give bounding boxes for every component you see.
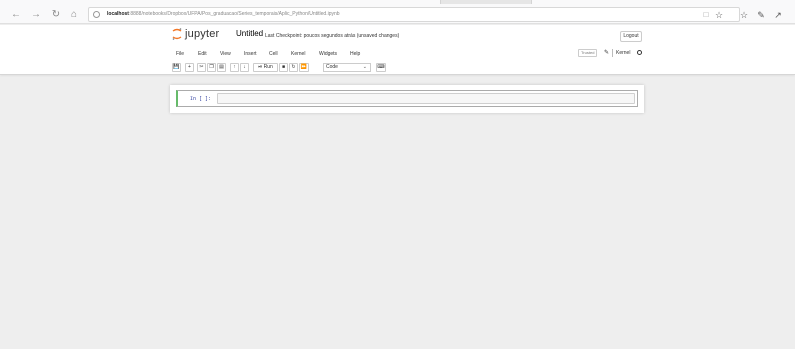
favorite-star-icon[interactable]: ☆ bbox=[713, 9, 725, 21]
cut-icon[interactable]: ✂ bbox=[197, 63, 206, 72]
refresh-icon[interactable]: ↻ bbox=[50, 9, 62, 21]
input-prompt: In [ ]: bbox=[190, 96, 212, 102]
paste-icon[interactable]: ▤ bbox=[217, 63, 226, 72]
home-icon[interactable]: ⌂ bbox=[68, 9, 80, 21]
command-palette-icon[interactable]: ⌨ bbox=[376, 63, 386, 72]
kernel-idle-icon bbox=[637, 50, 642, 55]
address-bar[interactable]: localhost:8888/notebooks/Dropbox/UFPA/Po… bbox=[88, 7, 740, 22]
jupyter-logo-text[interactable]: jupyter bbox=[185, 28, 219, 40]
copy-icon[interactable]: ❐ bbox=[207, 63, 216, 72]
browser-toolbar: ← → ↻ ⌂ localhost:8888/notebooks/Dropbox… bbox=[0, 0, 795, 24]
url-host: localhost bbox=[107, 11, 129, 17]
move-up-icon[interactable]: ↑ bbox=[230, 63, 239, 72]
url-path: :8888/notebooks/Dropbox/UFPA/Pos_graduac… bbox=[128, 11, 340, 17]
forward-icon[interactable]: → bbox=[30, 9, 42, 21]
move-down-icon[interactable]: ↓ bbox=[240, 63, 249, 72]
pencil-icon[interactable]: ✎ bbox=[604, 49, 609, 57]
notebook-container: In [ ]: bbox=[170, 85, 644, 113]
logout-button[interactable]: Logout bbox=[620, 31, 642, 42]
share-icon[interactable]: ↗ bbox=[772, 9, 784, 21]
trusted-badge[interactable]: Trusted bbox=[578, 49, 598, 57]
active-tab[interactable] bbox=[440, 0, 532, 4]
menu-insert[interactable]: Insert bbox=[244, 48, 257, 60]
menu-help[interactable]: Help bbox=[350, 48, 360, 60]
menu-edit[interactable]: Edit bbox=[198, 48, 207, 60]
back-icon[interactable]: ← bbox=[10, 9, 22, 21]
menu-kernel[interactable]: Kernel bbox=[291, 48, 305, 60]
notes-icon[interactable]: ✎ bbox=[755, 9, 767, 21]
interrupt-icon[interactable]: ■ bbox=[279, 63, 288, 72]
code-cell[interactable]: In [ ]: bbox=[176, 90, 638, 107]
reading-view-icon[interactable]: □ bbox=[700, 9, 712, 21]
cell-type-select[interactable]: Code ⌄ bbox=[323, 63, 371, 72]
menu-file[interactable]: File bbox=[176, 48, 184, 60]
chevron-down-icon: ⌄ bbox=[362, 64, 367, 70]
menu-widgets[interactable]: Widgets bbox=[319, 48, 337, 60]
save-icon[interactable]: 💾 bbox=[172, 63, 181, 72]
site-info-icon[interactable] bbox=[93, 11, 100, 18]
menu-view[interactable]: View bbox=[220, 48, 231, 60]
restart-run-all-icon[interactable]: ⏩ bbox=[299, 63, 309, 72]
jupyter-logo-icon[interactable] bbox=[172, 28, 182, 40]
tab-strip bbox=[0, 0, 795, 4]
checkpoint-status: Last Checkpoint: poucos segundos atrás (… bbox=[265, 33, 400, 39]
menubar: File Edit View Insert Cell Kernel Widget… bbox=[172, 48, 642, 60]
notebook-title[interactable]: Untitled bbox=[236, 29, 263, 38]
kernel-name[interactable]: Kernel bbox=[612, 49, 630, 57]
insert-cell-icon[interactable]: + bbox=[185, 63, 194, 72]
menu-cell[interactable]: Cell bbox=[269, 48, 278, 60]
restart-icon[interactable]: ↻ bbox=[289, 63, 298, 72]
run-button[interactable]: ⏯ Run bbox=[253, 63, 278, 72]
cell-type-value: Code bbox=[326, 64, 338, 70]
favorites-icon[interactable]: ☆ bbox=[738, 9, 750, 21]
code-input[interactable] bbox=[217, 93, 635, 104]
